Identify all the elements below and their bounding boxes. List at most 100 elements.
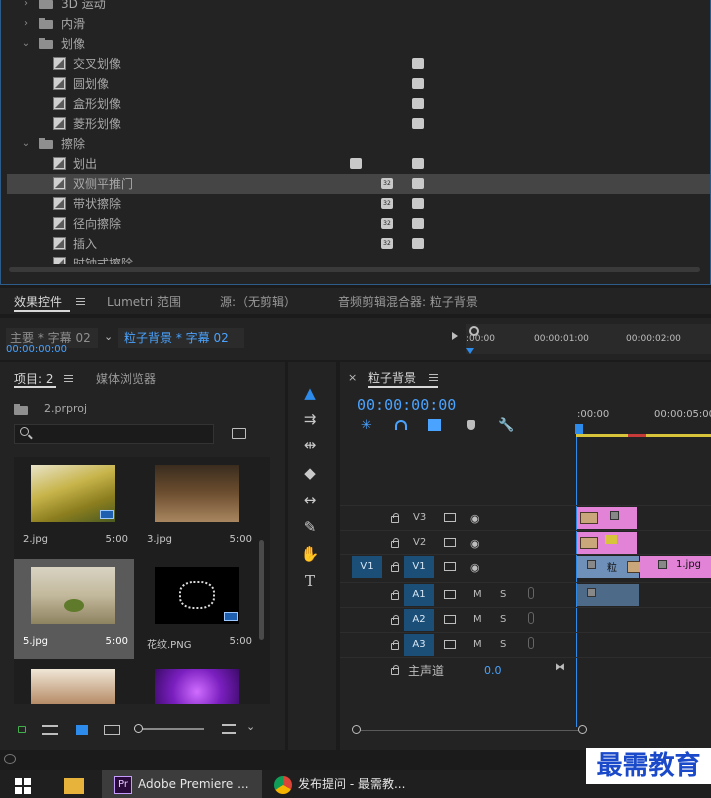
lock-icon[interactable] [391,640,399,650]
panel-menu-icon[interactable] [76,298,85,305]
search-field[interactable] [14,424,214,444]
tree-row-iris-box[interactable]: 盒形划像 [7,94,710,114]
sync-lock-icon[interactable] [444,615,456,624]
master-volume-value[interactable]: 0.0 [484,664,502,677]
tree-row-clock-wipe[interactable]: 时钟式擦除 [7,254,710,264]
mute-button[interactable]: M [473,639,482,650]
track-target-a1[interactable]: A1 [404,584,434,606]
type-tool-icon[interactable]: T [298,570,322,592]
solo-button[interactable]: S [500,639,506,650]
tab-effect-controls[interactable]: 效果控件 [14,293,62,310]
sort-icon[interactable] [222,724,236,734]
microphone-icon[interactable] [528,637,534,649]
clip-v1-1jpg[interactable]: 1.jpg [640,556,711,578]
tree-row-slide[interactable]: › 内滑 [7,14,710,34]
tab-audio-clip-mixer[interactable]: 音频剪辑混合器: 粒子背景 [338,293,478,310]
chevron-down-icon[interactable]: ⌄ [104,330,113,343]
panel-menu-icon[interactable] [64,375,73,382]
taskbar-chrome[interactable]: 发布提问 - 最需教... [266,770,446,798]
tree-row-barn-doors[interactable]: 双侧平推门 32 [7,174,710,194]
close-icon[interactable]: × [348,371,357,384]
clip-v3[interactable] [577,507,637,529]
lock-icon[interactable] [391,590,399,600]
tree-row-band-slide[interactable]: 划出 [7,154,710,174]
timeline-zoom-bar[interactable] [356,730,582,731]
new-bin-from-search-icon[interactable] [232,428,246,439]
source-patch-v1[interactable]: V1 [352,556,382,578]
project-item-selected[interactable]: 5.jpg 5:00 [14,559,134,659]
lock-icon[interactable] [391,513,399,523]
zoom-slider-handle-icon[interactable] [134,724,143,733]
project-item[interactable]: 3.jpg 5:00 [138,457,258,557]
solo-button[interactable]: S [500,589,506,600]
microphone-icon[interactable] [528,587,534,599]
slip-tool-icon[interactable]: ↔ [298,489,322,511]
effect-controls-ruler[interactable]: :00:00 00:00:01:00 00:00:02:00 [466,324,711,354]
lock-icon[interactable] [391,665,399,675]
play-icon[interactable] [452,332,458,340]
clip-v2[interactable] [577,532,637,554]
chevron-right-icon[interactable]: › [21,0,31,14]
tab-lumetri-scopes[interactable]: Lumetri 范围 [107,293,181,310]
tree-row-band-wipe[interactable]: 带状擦除 32 [7,194,710,214]
sync-lock-icon[interactable] [444,640,456,649]
tab-project[interactable]: 项目: 2 [14,370,54,387]
tab-media-browser[interactable]: 媒体浏览器 [96,370,156,387]
selection-tool-icon[interactable]: ▲ [298,382,322,404]
tree-row-inset[interactable]: 插入 32 [7,234,710,254]
tree-row-iris-round[interactable]: 圆划像 [7,74,710,94]
go-to-end-icon[interactable]: ⧓ [555,662,565,673]
microphone-icon[interactable] [528,612,534,624]
sync-lock-icon[interactable] [444,513,456,522]
ripple-edit-tool-icon[interactable]: ⇹ [298,434,322,456]
icon-view-icon[interactable] [76,725,88,735]
clip-a1[interactable] [577,584,639,606]
sync-lock-icon[interactable] [444,562,456,571]
clip-v1-particle[interactable]: 粒 [577,556,645,578]
list-view-icon[interactable] [42,725,58,735]
effect-controls-timecode[interactable]: 00:00:00:00 [6,344,67,355]
tab-source[interactable]: 源:（无剪辑） [220,293,296,310]
wrench-icon[interactable]: 🔧 [498,418,514,433]
sync-lock-icon[interactable] [444,590,456,599]
freeform-view-icon[interactable] [104,725,120,735]
sequence-tab[interactable]: 粒子背景 [368,369,416,386]
razor-tool-icon[interactable]: ◆ [298,462,322,484]
tree-row-radial-wipe[interactable]: 径向擦除 32 [7,214,710,234]
chevron-right-icon[interactable]: › [21,14,31,34]
track-select-tool-icon[interactable]: ⇉ [298,408,322,430]
taskbar-premiere[interactable]: Pr Adobe Premiere ... [102,770,262,798]
nest-sequence-icon[interactable]: ✳ [361,418,372,433]
tree-row-3d-motion[interactable]: › 3D 运动 [7,0,710,14]
zoom-slider[interactable] [134,728,204,730]
eye-icon[interactable]: ◉ [470,537,480,550]
playhead-icon[interactable] [466,348,474,354]
project-item[interactable]: 2.jpg 5:00 [14,457,134,557]
linked-selection-icon[interactable] [428,419,441,431]
zoom-handle-left-icon[interactable] [352,725,361,734]
sequence-clip-selector[interactable]: 粒子背景 * 字幕 02 [118,328,244,348]
project-item[interactable] [138,661,258,704]
solo-button[interactable]: S [500,614,506,625]
search-input[interactable] [35,426,211,442]
tree-row-iris-diamond[interactable]: 菱形划像 [7,114,710,134]
chevron-down-icon[interactable]: ⌄ [21,34,31,54]
tree-row-iris[interactable]: ⌄ 划像 [7,34,710,54]
playhead-icon[interactable] [575,424,583,434]
zoom-handle-icon[interactable] [469,326,479,336]
lock-icon[interactable] [391,615,399,625]
chevron-down-icon[interactable]: ⌄ [246,720,255,733]
snap-magnet-icon[interactable] [395,420,407,430]
eye-icon[interactable]: ◉ [470,512,480,525]
lock-icon[interactable] [391,538,399,548]
project-item[interactable] [14,661,134,704]
track-target-v1[interactable]: V1 [404,556,434,578]
track-target-a2[interactable]: A2 [404,609,434,631]
tree-row-iris-cross[interactable]: 交叉划像 [7,54,710,74]
vertical-scrollbar[interactable] [259,540,264,640]
sync-lock-icon[interactable] [444,538,456,547]
horizontal-scrollbar[interactable] [9,267,700,272]
lock-icon[interactable] [391,562,399,572]
mute-button[interactable]: M [473,614,482,625]
mute-button[interactable]: M [473,589,482,600]
